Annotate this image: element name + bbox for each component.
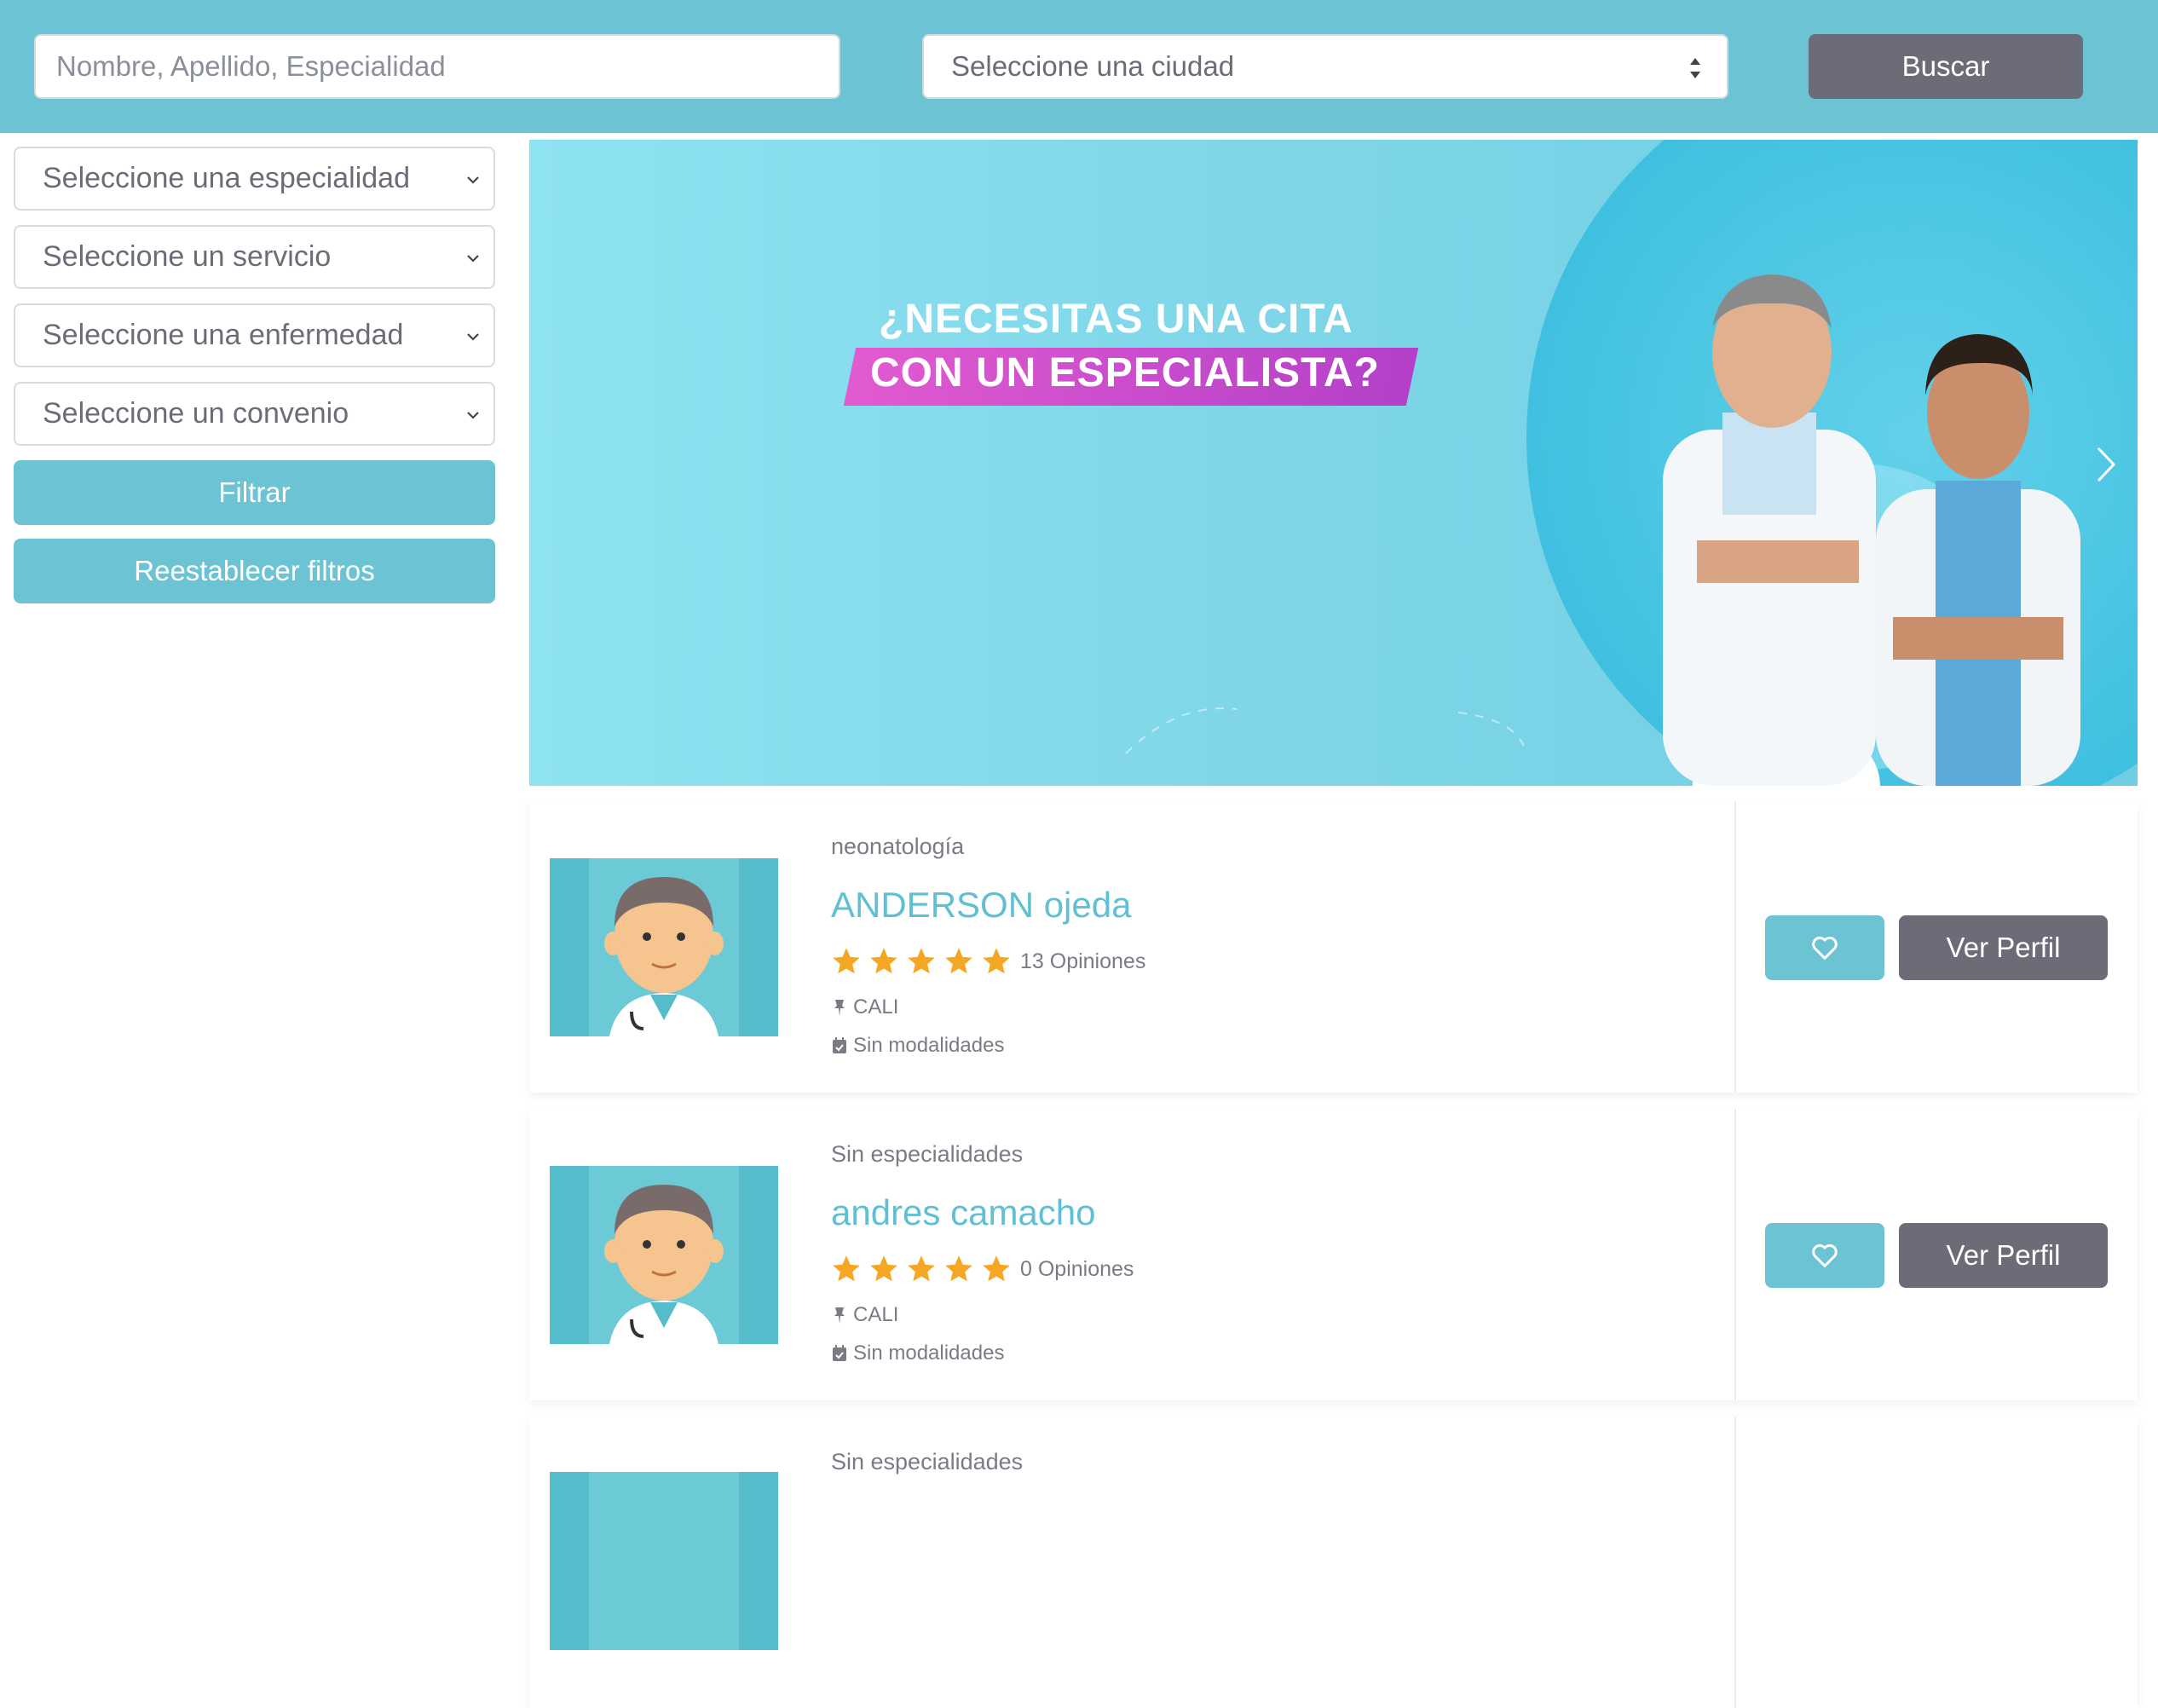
city-select-label: Seleccione una ciudad: [951, 50, 1235, 82]
chevron-down-icon: [467, 412, 479, 419]
doctors-illustration: [1125, 140, 2138, 786]
search-input[interactable]: [34, 34, 840, 99]
pin-icon: [834, 1000, 845, 1016]
doctor-modalities: Sin modalidades: [831, 1342, 1004, 1365]
service-select-label: Seleccione un servicio: [43, 240, 332, 273]
search-button[interactable]: Buscar: [1809, 34, 2083, 99]
promo-banner[interactable]: ¿NECESITAS UNA CITA CON UN ESPECIALISTA?: [529, 140, 2138, 786]
doctor-avatar: [550, 858, 778, 1036]
agreement-select[interactable]: Seleccione un convenio: [14, 382, 495, 446]
doctor-card: neonatología ANDERSON ojeda 13 Opiniones…: [529, 801, 2138, 1093]
doctor-card: Sin especialidades: [529, 1417, 2138, 1708]
doctor-specialty: Sin especialidades: [831, 1141, 1024, 1167]
service-select[interactable]: Seleccione un servicio: [14, 225, 495, 289]
chevron-right-icon[interactable]: [2093, 443, 2119, 486]
view-profile-button[interactable]: Ver Perfil: [1899, 915, 2108, 980]
doctor-city-label: CALI: [853, 995, 899, 1018]
star-icon: [983, 948, 1010, 974]
opinions-count: 13 Opiniones: [1020, 949, 1146, 973]
doctor-city: CALI: [831, 995, 898, 1019]
card-divider: [1734, 1109, 1736, 1400]
star-icon: [945, 948, 972, 974]
star-icon: [833, 1255, 860, 1282]
star-icon: [870, 948, 897, 974]
banner-headline-line1: ¿NECESITAS UNA CITA: [879, 297, 1353, 342]
filter-button[interactable]: Filtrar: [14, 460, 495, 525]
rating-stars: 13 Opiniones: [831, 946, 1145, 977]
doctor-name[interactable]: andres camacho: [831, 1192, 1096, 1233]
doctor-city: CALI: [831, 1303, 898, 1327]
star-icon: [908, 1255, 935, 1282]
sort-arrows-icon: [1690, 58, 1700, 78]
specialty-select-label: Seleccione una especialidad: [43, 162, 410, 194]
favorite-button[interactable]: [1765, 1223, 1884, 1288]
star-icon: [870, 1255, 897, 1282]
specialty-select[interactable]: Seleccione una especialidad: [14, 147, 495, 211]
heart-icon: [1812, 936, 1838, 960]
doctor-specialty: neonatología: [831, 834, 965, 859]
city-select[interactable]: Seleccione una ciudad: [922, 34, 1728, 99]
star-icon: [945, 1255, 972, 1282]
agreement-select-label: Seleccione un convenio: [43, 397, 349, 430]
rating-stars: 0 Opiniones: [831, 1254, 1134, 1284]
star-icon: [983, 1255, 1010, 1282]
banner-headline-line2: CON UN ESPECIALISTA?: [870, 350, 1380, 395]
chevron-down-icon: [467, 255, 479, 263]
card-divider: [1734, 1417, 1736, 1708]
card-divider: [1734, 801, 1736, 1093]
favorite-button[interactable]: [1765, 915, 1884, 980]
doctor-card: Sin especialidades andres camacho 0 Opin…: [529, 1109, 2138, 1400]
doctor-modalities-label: Sin modalidades: [853, 1034, 1005, 1057]
star-icon: [833, 948, 860, 974]
disease-select[interactable]: Seleccione una enfermedad: [14, 303, 495, 367]
doctor-modalities-label: Sin modalidades: [853, 1342, 1005, 1365]
view-profile-button[interactable]: Ver Perfil: [1899, 1223, 2108, 1288]
doctor-avatar: [550, 1472, 778, 1650]
pin-icon: [834, 1307, 845, 1324]
doctor-city-label: CALI: [853, 1303, 899, 1326]
calendar-check-icon: [833, 1345, 846, 1361]
doctor-modalities: Sin modalidades: [831, 1034, 1004, 1058]
calendar-check-icon: [833, 1037, 846, 1053]
doctor-name[interactable]: ANDERSON ojeda: [831, 885, 1131, 926]
star-icon: [908, 948, 935, 974]
opinions-count: 0 Opiniones: [1020, 1256, 1134, 1281]
reset-filters-button[interactable]: Reestablecer filtros: [14, 539, 495, 603]
chevron-down-icon: [467, 333, 479, 341]
doctor-avatar: [550, 1166, 778, 1344]
disease-select-label: Seleccione una enfermedad: [43, 319, 404, 351]
search-bar: Seleccione una ciudad Buscar: [0, 0, 2158, 133]
chevron-down-icon: [467, 176, 479, 184]
heart-icon: [1812, 1243, 1838, 1267]
doctor-specialty: Sin especialidades: [831, 1449, 1024, 1474]
